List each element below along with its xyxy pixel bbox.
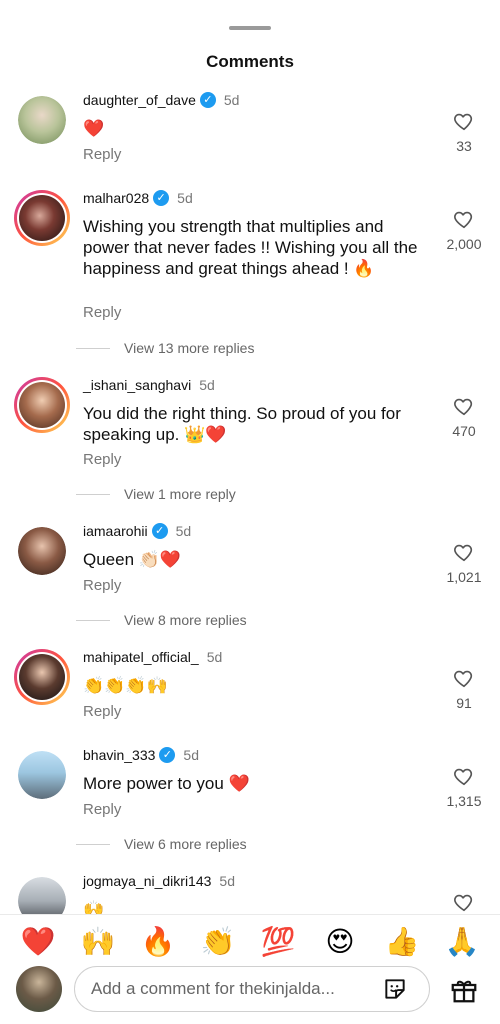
divider: [76, 493, 110, 495]
view-more-label[interactable]: View 1 more reply: [124, 486, 236, 502]
comment-time: 5d: [183, 747, 199, 763]
comment-username[interactable]: malhar028 ✓ 5d: [83, 190, 193, 206]
like-count: 2,000: [446, 236, 482, 252]
verified-badge-icon: ✓: [151, 523, 168, 539]
comment-time: 5d: [199, 377, 215, 393]
like-button[interactable]: 470: [434, 395, 494, 439]
like-button[interactable]: 1,315: [434, 765, 494, 809]
heart-outline-icon[interactable]: [453, 891, 475, 913]
verified-badge-icon: ✓: [199, 92, 216, 108]
like-button[interactable]: [434, 891, 494, 913]
view-more-replies-button[interactable]: View 6 more replies: [76, 836, 247, 852]
divider: [76, 347, 110, 349]
heart-outline-icon[interactable]: [453, 395, 475, 417]
comment-username[interactable]: mahipatel_official_ 5d: [83, 649, 222, 665]
divider: [76, 843, 110, 845]
like-count: 1,315: [446, 793, 482, 809]
like-count: 470: [452, 423, 476, 439]
divider: [76, 619, 110, 621]
emoji-reaction-bar: ❤️ 🙌 🔥 👏 💯 😍 👍 🙏: [0, 914, 500, 970]
comment-username[interactable]: bhavin_333 ✓ 5d: [83, 747, 199, 763]
avatar[interactable]: [18, 96, 66, 144]
username-label[interactable]: jogmaya_ni_dikri143: [83, 873, 211, 889]
gift-icon[interactable]: [449, 975, 479, 1005]
like-button[interactable]: 33: [434, 110, 494, 154]
view-more-label[interactable]: View 8 more replies: [124, 612, 247, 628]
avatar[interactable]: [14, 649, 70, 705]
reply-button[interactable]: Reply: [83, 304, 121, 321]
comment-username[interactable]: daughter_of_dave ✓ 5d: [83, 92, 239, 108]
username-label[interactable]: malhar028: [83, 190, 149, 206]
sticker-icon[interactable]: [382, 976, 408, 1002]
comment-time: 5d: [177, 190, 193, 206]
like-count: 33: [456, 138, 472, 154]
emoji-thumbs-up-button[interactable]: 👍: [382, 925, 422, 959]
username-label[interactable]: mahipatel_official_: [83, 649, 199, 665]
comment-username[interactable]: iamaarohii ✓ 5d: [83, 523, 191, 539]
heart-outline-icon[interactable]: [453, 541, 475, 563]
comment-input-placeholder[interactable]: Add a comment for thekinjalda...: [91, 979, 335, 999]
reply-button[interactable]: Reply: [83, 451, 121, 468]
view-more-replies-button[interactable]: View 8 more replies: [76, 612, 247, 628]
view-more-label[interactable]: View 13 more replies: [124, 340, 254, 356]
comment-time: 5d: [223, 92, 240, 108]
like-button[interactable]: 2,000: [434, 208, 494, 252]
comment-text: You did the right thing. So proud of you…: [83, 404, 401, 444]
comment-username[interactable]: _ishani_sanghavi 5d: [83, 377, 215, 393]
emoji-heart-button[interactable]: ❤️: [18, 925, 58, 959]
sheet-grabber-handle[interactable]: [229, 26, 271, 30]
reply-button[interactable]: Reply: [83, 577, 121, 594]
view-more-replies-button[interactable]: View 13 more replies: [76, 340, 254, 356]
avatar[interactable]: [18, 527, 66, 575]
username-label[interactable]: iamaarohii: [83, 523, 148, 539]
comment-text: More power to you ❤️: [83, 774, 250, 793]
username-label[interactable]: _ishani_sanghavi: [83, 377, 191, 393]
my-avatar[interactable]: [16, 966, 62, 1012]
comment-text: ❤️: [83, 119, 105, 138]
avatar[interactable]: [14, 190, 70, 246]
comment-time: 5d: [175, 523, 192, 539]
emoji-raised-hands-button[interactable]: 🙌: [78, 925, 118, 959]
emoji-heart-eyes-button[interactable]: 😍: [320, 925, 360, 959]
view-more-label[interactable]: View 6 more replies: [124, 836, 247, 852]
verified-badge-icon: ✓: [153, 190, 170, 206]
emoji-hundred-button[interactable]: 💯: [258, 925, 298, 959]
like-count: 91: [456, 695, 472, 711]
heart-outline-icon[interactable]: [453, 667, 475, 689]
comment-text: Wishing you strength that multiplies and…: [83, 217, 418, 278]
reply-button[interactable]: Reply: [83, 801, 121, 818]
heart-outline-icon[interactable]: [453, 110, 475, 132]
comment-text: 👏👏👏🙌: [83, 676, 168, 695]
heart-outline-icon[interactable]: [453, 208, 475, 230]
like-button[interactable]: 91: [434, 667, 494, 711]
avatar[interactable]: [18, 751, 66, 799]
comment-text: Queen 👏🏻❤️: [83, 550, 182, 569]
reply-button[interactable]: Reply: [83, 146, 121, 163]
emoji-clap-button[interactable]: 👏: [198, 925, 238, 959]
comment-composer: Add a comment for thekinjalda...: [0, 966, 500, 1024]
username-label[interactable]: daughter_of_dave: [83, 92, 196, 108]
username-label[interactable]: bhavin_333: [83, 747, 155, 763]
comment-username[interactable]: jogmaya_ni_dikri143 5d: [83, 873, 235, 889]
like-button[interactable]: 1,021: [434, 541, 494, 585]
emoji-fire-button[interactable]: 🔥: [138, 925, 178, 959]
heart-outline-icon[interactable]: [453, 765, 475, 787]
reply-button[interactable]: Reply: [83, 703, 121, 720]
comment-time: 5d: [206, 649, 223, 665]
view-more-replies-button[interactable]: View 1 more reply: [76, 486, 236, 502]
comments-sheet: Comments: [0, 8, 500, 1024]
verified-badge-icon: ✓: [159, 747, 176, 763]
avatar[interactable]: [14, 377, 70, 433]
page-title: Comments: [206, 52, 294, 71]
comment-time: 5d: [219, 873, 235, 889]
emoji-folded-hands-button[interactable]: 🙏: [442, 925, 482, 959]
comment-input[interactable]: Add a comment for thekinjalda...: [74, 966, 430, 1012]
like-count: 1,021: [446, 569, 482, 585]
